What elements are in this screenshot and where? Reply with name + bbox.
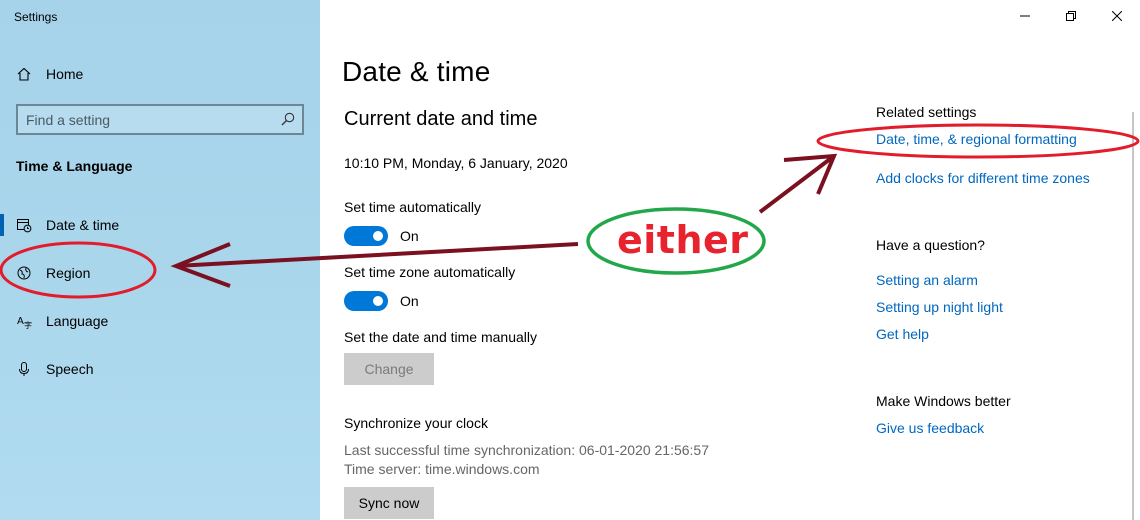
close-button[interactable] [1094,0,1140,32]
toggle-state: On [400,228,419,244]
close-icon [1112,11,1122,21]
set-zone-auto-row: On [344,291,419,311]
language-icon: A 字 [16,313,32,329]
section-heading-current: Current date and time [344,108,538,130]
sidebar-item-region[interactable]: Region [0,253,320,293]
sidebar-item-label: Speech [46,361,94,377]
nav-home[interactable]: Home [16,63,83,85]
set-time-auto-label: Set time automatically [344,199,481,215]
time-server-text: Time server: time.windows.com [344,461,540,477]
restore-icon [1066,11,1076,21]
change-button[interactable]: Change [344,353,434,385]
search-box[interactable] [16,104,304,135]
question-heading: Have a question? [876,237,985,253]
sidebar-item-language[interactable]: A 字 Language [0,301,320,341]
restore-button[interactable] [1048,0,1094,32]
home-label: Home [46,66,84,82]
search-input[interactable] [26,110,276,130]
related-settings-heading: Related settings [876,104,977,120]
sidebar-item-date-time[interactable]: Date & time [0,205,320,245]
set-zone-auto-label: Set time zone automatically [344,264,516,280]
annotation-label: either [617,218,749,262]
current-datetime: 10:10 PM, Monday, 6 January, 2020 [344,155,568,171]
set-zone-auto-toggle[interactable] [344,291,388,311]
minimize-icon [1020,15,1030,17]
app-title: Settings [14,10,58,24]
toggle-state: On [400,293,419,309]
sidebar-item-speech[interactable]: Speech [0,349,320,389]
set-time-auto-toggle[interactable] [344,226,388,246]
manual-time-label: Set the date and time manually [344,329,538,345]
calendar-clock-icon [16,217,32,233]
make-windows-better-heading: Make Windows better [876,393,1011,409]
svg-text:字: 字 [24,320,32,329]
scrollbar[interactable] [1132,112,1134,520]
link-night-light[interactable]: Setting up night light [876,299,1003,315]
link-give-feedback[interactable]: Give us feedback [876,420,984,436]
sidebar-item-label: Date & time [46,217,120,233]
window-controls [1002,0,1140,32]
home-icon [17,67,31,81]
page-title: Date & time [342,56,491,87]
microphone-icon [16,361,32,377]
globe-icon [16,265,32,281]
section-title: Time & Language [16,158,133,174]
sidebar: Settings Home Time & Language Date & tim… [0,0,320,520]
link-regional-formatting[interactable]: Date, time, & regional formatting [876,131,1077,147]
sync-title: Synchronize your clock [344,415,488,431]
sidebar-item-label: Region [46,265,91,281]
search-icon[interactable] [280,111,296,127]
sidebar-item-label: Language [46,313,109,329]
link-get-help[interactable]: Get help [876,326,929,342]
svg-text:A: A [17,316,24,327]
link-setting-alarm[interactable]: Setting an alarm [876,272,978,288]
set-time-auto-row: On [344,226,419,246]
link-add-clocks[interactable]: Add clocks for different time zones [876,170,1090,186]
sync-now-button[interactable]: Sync now [344,487,434,519]
last-sync-text: Last successful time synchronization: 06… [344,442,709,458]
minimize-button[interactable] [1002,0,1048,32]
